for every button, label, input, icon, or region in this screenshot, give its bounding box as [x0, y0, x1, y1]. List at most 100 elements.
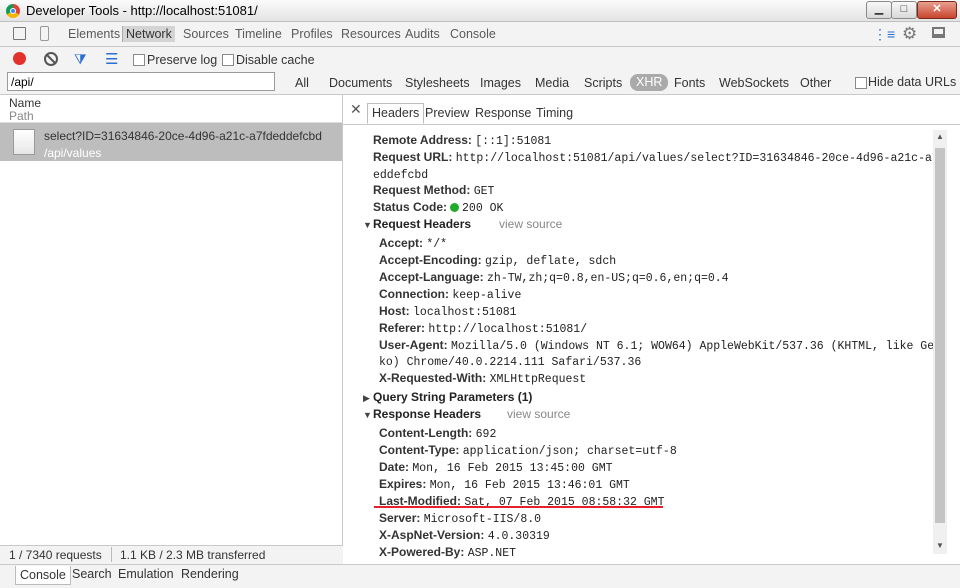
- request-path: /api/values: [44, 146, 102, 160]
- request-count: 1 / 7340 requests: [9, 548, 102, 562]
- network-status-bar: 1 / 7340 requests 1.1 KB / 2.3 MB transf…: [0, 545, 343, 564]
- tab-headers[interactable]: Headers: [367, 103, 425, 124]
- filter-input[interactable]: [7, 72, 275, 91]
- device-mode-icon[interactable]: [40, 26, 49, 41]
- tab-timing[interactable]: Timing: [536, 106, 573, 120]
- header-accept-encoding: Accept-Encoding: gzip, deflate, sdch: [379, 253, 617, 268]
- header-user-agent-continued: ko) Chrome/40.0.2214.111 Safari/537.36: [379, 356, 642, 369]
- request-headers-section[interactable]: ▼Request Headers: [363, 217, 471, 231]
- drawer-tab-search[interactable]: Search: [72, 567, 112, 581]
- dock-icon[interactable]: [932, 27, 945, 38]
- document-file-icon: [13, 129, 35, 155]
- header-x-powered-by: X-Powered-By: ASP.NET: [379, 545, 517, 560]
- filter-icon[interactable]: ⧩: [74, 51, 87, 68]
- detail-scrollbar[interactable]: ▲ ▼: [933, 130, 947, 554]
- header-referer: Referer: http://localhost:51081/: [379, 321, 588, 336]
- tab-sources[interactable]: Sources: [183, 27, 229, 41]
- header-connection: Connection: keep-alive: [379, 287, 522, 302]
- drawer-tabs-bar: Console Search Emulation Rendering: [0, 564, 960, 588]
- header-expires: Expires: Mon, 16 Feb 2015 13:46:01 GMT: [379, 477, 630, 492]
- tab-preview[interactable]: Preview: [425, 106, 469, 120]
- filter-type-stylesheets[interactable]: Stylesheets: [405, 76, 470, 90]
- tab-timeline[interactable]: Timeline: [235, 27, 282, 41]
- inspect-element-icon[interactable]: [13, 27, 26, 40]
- header-user-agent: User-Agent: Mozilla/5.0 (Windows NT 6.1;…: [379, 338, 933, 353]
- scroll-down-icon[interactable]: ▼: [936, 541, 944, 550]
- response-view-source-link[interactable]: view source: [507, 407, 570, 421]
- request-method-row: Request Method: GET: [373, 183, 495, 198]
- filter-type-other[interactable]: Other: [800, 76, 831, 90]
- triangle-down-icon: ▼: [363, 220, 372, 230]
- maximize-icon: □: [900, 3, 908, 15]
- filter-type-scripts[interactable]: Scripts: [584, 76, 622, 90]
- header-content-type: Content-Type: application/json; charset=…: [379, 443, 677, 458]
- drawer-tab-console[interactable]: Console: [15, 566, 71, 585]
- header-server: Server: Microsoft-IIS/8.0: [379, 511, 542, 526]
- preserve-log-label: Preserve log: [147, 53, 218, 67]
- large-rows-icon[interactable]: ☰: [105, 50, 118, 68]
- filter-type-all[interactable]: All: [295, 76, 309, 90]
- request-name: select?ID=31634846-20ce-4d96-a21c-a7fded…: [44, 129, 322, 143]
- triangle-right-icon: ▶: [363, 393, 370, 403]
- record-button[interactable]: [13, 52, 26, 65]
- request-list-panel: Name Path select?ID=31634846-20ce-4d96-a…: [0, 95, 343, 564]
- tab-elements[interactable]: Elements: [68, 27, 120, 41]
- column-path-header: Path: [9, 109, 34, 123]
- headers-detail: Remote Address: [::1]:51081 Request URL:…: [343, 125, 933, 564]
- clear-button[interactable]: [44, 52, 58, 66]
- remote-address-row: Remote Address: [::1]:51081: [373, 133, 552, 148]
- hide-data-urls-label: Hide data URLs: [868, 75, 957, 89]
- header-content-length: Content-Length: 692: [379, 426, 497, 441]
- close-detail-icon[interactable]: ✕: [350, 101, 362, 118]
- drawer-tab-emulation[interactable]: Emulation: [118, 567, 174, 581]
- filter-bar: All Documents Stylesheets Images Media S…: [0, 71, 960, 95]
- minimize-button[interactable]: ▁: [866, 1, 892, 19]
- tab-console[interactable]: Console: [450, 27, 496, 41]
- drawer-tab-rendering[interactable]: Rendering: [181, 567, 239, 581]
- scroll-up-icon[interactable]: ▲: [936, 132, 944, 141]
- minimize-icon: ▁: [874, 3, 884, 15]
- close-icon: ✕: [932, 3, 942, 15]
- hide-data-urls-checkbox[interactable]: [855, 77, 867, 89]
- disable-cache-checkbox[interactable]: [222, 54, 234, 66]
- window-title-bar: Developer Tools - http://localhost:51081…: [0, 0, 960, 22]
- tab-resources[interactable]: Resources: [341, 27, 401, 41]
- header-x-requested-with: X-Requested-With: XMLHttpRequest: [379, 371, 587, 386]
- gear-icon[interactable]: ⚙: [902, 24, 917, 44]
- filter-type-images[interactable]: Images: [480, 76, 521, 90]
- response-headers-section[interactable]: ▼Response Headers: [363, 407, 481, 421]
- request-list-header[interactable]: Name Path: [0, 95, 342, 123]
- tab-audits[interactable]: Audits: [405, 27, 440, 41]
- filter-type-xhr[interactable]: XHR: [630, 74, 669, 91]
- request-url-row: Request URL: http://localhost:51081/api/…: [373, 150, 933, 165]
- header-date: Date: Mon, 16 Feb 2015 13:45:00 GMT: [379, 460, 613, 475]
- header-accept-language: Accept-Language: zh-TW,zh;q=0.8,en-US;q=…: [379, 270, 729, 285]
- filter-type-documents[interactable]: Documents: [329, 76, 392, 90]
- header-host: Host: localhost:51081: [379, 304, 517, 319]
- request-view-source-link[interactable]: view source: [499, 217, 562, 231]
- detail-tabs-bar: ✕ Headers Preview Response Timing: [343, 95, 960, 125]
- request-row[interactable]: select?ID=31634846-20ce-4d96-a21c-a7fded…: [0, 123, 342, 161]
- status-divider: [111, 547, 112, 562]
- query-string-section[interactable]: ▶ Query String Parameters (1): [363, 390, 532, 404]
- maximize-button[interactable]: □: [891, 1, 917, 19]
- filter-type-websockets[interactable]: WebSockets: [719, 76, 789, 90]
- last-modified-highlight-underline: [374, 506, 663, 508]
- tab-profiles[interactable]: Profiles: [291, 27, 333, 41]
- header-accept: Accept: */*: [379, 236, 448, 251]
- column-name-header: Name: [9, 96, 42, 110]
- disable-cache-label: Disable cache: [236, 53, 315, 67]
- tab-network[interactable]: Network: [122, 26, 175, 42]
- request-url-continued: eddefcbd: [373, 169, 429, 182]
- preserve-log-checkbox[interactable]: [133, 54, 145, 66]
- status-ok-icon: [450, 203, 460, 212]
- filter-type-fonts[interactable]: Fonts: [674, 76, 705, 90]
- close-window-button[interactable]: ✕: [917, 1, 957, 19]
- scrollbar-thumb[interactable]: [935, 148, 945, 523]
- filter-type-media[interactable]: Media: [535, 76, 569, 90]
- transferred-size: 1.1 KB / 2.3 MB transferred: [120, 548, 266, 562]
- show-drawer-icon[interactable]: ⋮≡: [873, 26, 895, 43]
- tab-response[interactable]: Response: [475, 106, 531, 120]
- window-title: Developer Tools - http://localhost:51081…: [26, 3, 258, 18]
- status-code-row: Status Code: 200 OK: [373, 200, 504, 215]
